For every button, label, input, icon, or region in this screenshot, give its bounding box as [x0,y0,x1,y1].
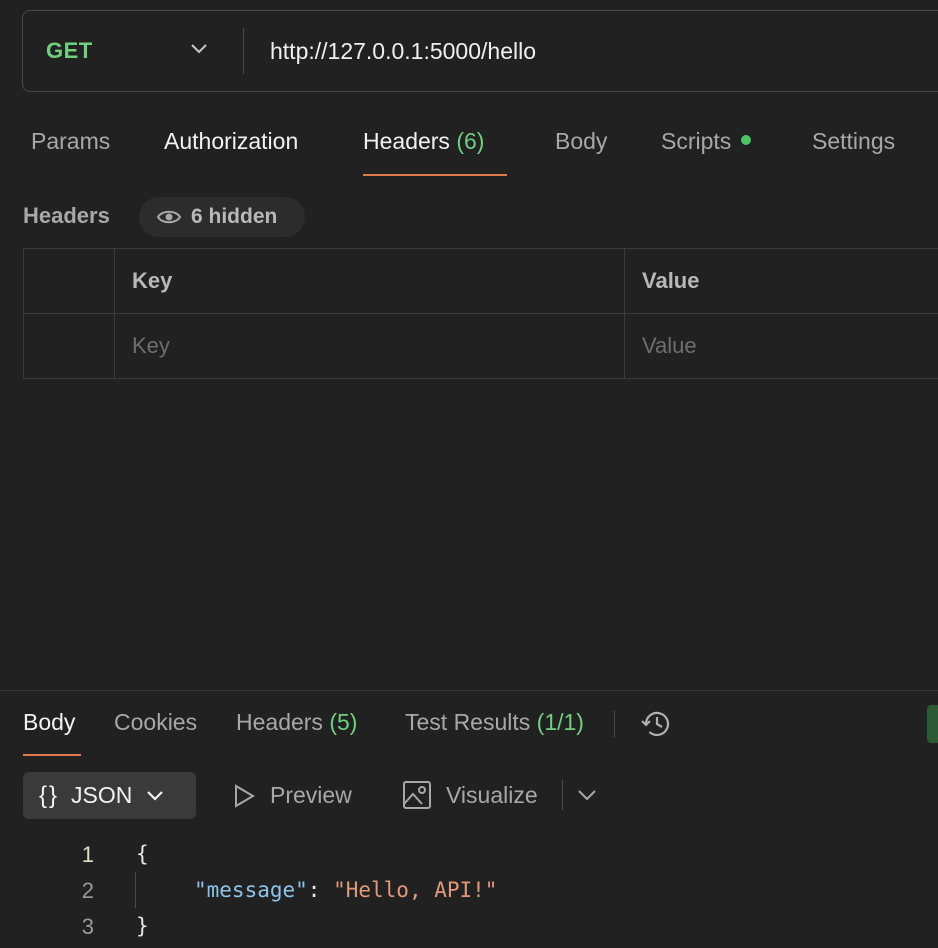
code-line: 3 } [0,910,938,946]
tab-headers-label: Headers [363,128,450,154]
format-label: JSON [71,782,133,808]
history-icon[interactable] [640,707,674,741]
table-row: Key Value [23,313,938,379]
response-active-tab-indicator [23,754,81,756]
row-checkbox-cell[interactable] [23,313,115,379]
chevron-down-icon [191,44,207,54]
braces-icon: {} [39,781,60,809]
chevron-down-icon[interactable] [577,788,597,802]
resp-tab-cookies[interactable]: Cookies [114,709,197,736]
json-string-value: "Hello, API!" [333,878,498,902]
url-input[interactable]: http://127.0.0.1:5000/hello [244,38,536,65]
method-select[interactable]: GET [23,11,243,91]
tab-authorization[interactable]: Authorization [164,128,298,172]
resp-tab-headers-label: Headers [236,709,323,735]
postman-request-view: GET http://127.0.0.1:5000/hello Params A… [0,0,938,948]
tab-headers[interactable]: Headers (6) [363,128,484,172]
tab-scripts[interactable]: Scripts [661,128,752,172]
line-number: 1 [81,842,94,867]
resp-tab-tests-label: Test Results [405,709,531,735]
visualize-label: Visualize [446,781,538,808]
preview-button[interactable]: Preview [232,782,352,809]
tab-settings[interactable]: Settings [812,128,895,172]
url-bar: GET http://127.0.0.1:5000/hello [22,10,938,92]
code-line: 1 { [0,838,938,874]
format-separator [562,780,563,810]
preview-label: Preview [270,782,352,808]
active-tab-indicator [363,174,507,176]
value-input[interactable]: Value [624,313,938,379]
method-label: GET [46,38,93,63]
code-line: 2 "message": "Hello, API!" [0,874,938,910]
key-input[interactable]: Key [114,313,625,379]
value-column-header: Value [624,248,938,314]
format-select[interactable]: {} JSON [23,772,196,819]
response-format-bar: {} JSON Preview Visualize [0,770,938,820]
line-number: 3 [81,914,94,939]
table-header-row: Key Value [23,248,938,314]
resp-tab-tests-count: (1/1) [536,709,584,735]
line-number: 2 [81,878,94,903]
headers-section-title: Headers [23,203,110,228]
line-text: } [136,914,149,938]
hidden-headers-toggle[interactable]: 6 hidden [139,197,305,237]
response-tab-separator [614,711,615,737]
tab-params[interactable]: Params [31,128,110,172]
play-icon [235,783,255,808]
checkbox-column-header [23,248,115,314]
resp-tab-test-results[interactable]: Test Results (1/1) [405,709,584,736]
visualize-button[interactable]: Visualize [402,780,538,810]
line-text: { [136,842,149,866]
json-key: "message" [194,878,308,902]
indent-guide [135,872,136,908]
status-dot [741,135,752,145]
resp-tab-body[interactable]: Body [23,709,75,736]
response-tabs: Body Cookies Headers (5) Test Results (1… [0,700,938,756]
line-text: "message": "Hello, API!" [194,878,497,902]
hidden-headers-label: 6 hidden [191,205,278,228]
resp-tab-headers[interactable]: Headers (5) [236,709,357,736]
tab-headers-count: (6) [456,128,485,154]
key-column-header: Key [114,248,625,314]
response-pane-divider[interactable] [0,690,938,691]
json-separator: : [307,878,334,902]
resp-tab-headers-count: (5) [329,709,358,735]
tab-scripts-label: Scripts [661,128,732,154]
tab-body[interactable]: Body [555,128,607,172]
status-indicator-edge [927,705,938,743]
headers-table: Key Value Key Value [23,248,938,379]
chevron-down-icon [147,790,164,801]
image-icon [403,781,431,809]
request-tabs: Params Authorization Headers (6) Body Sc… [0,120,938,180]
eye-icon [157,210,181,224]
